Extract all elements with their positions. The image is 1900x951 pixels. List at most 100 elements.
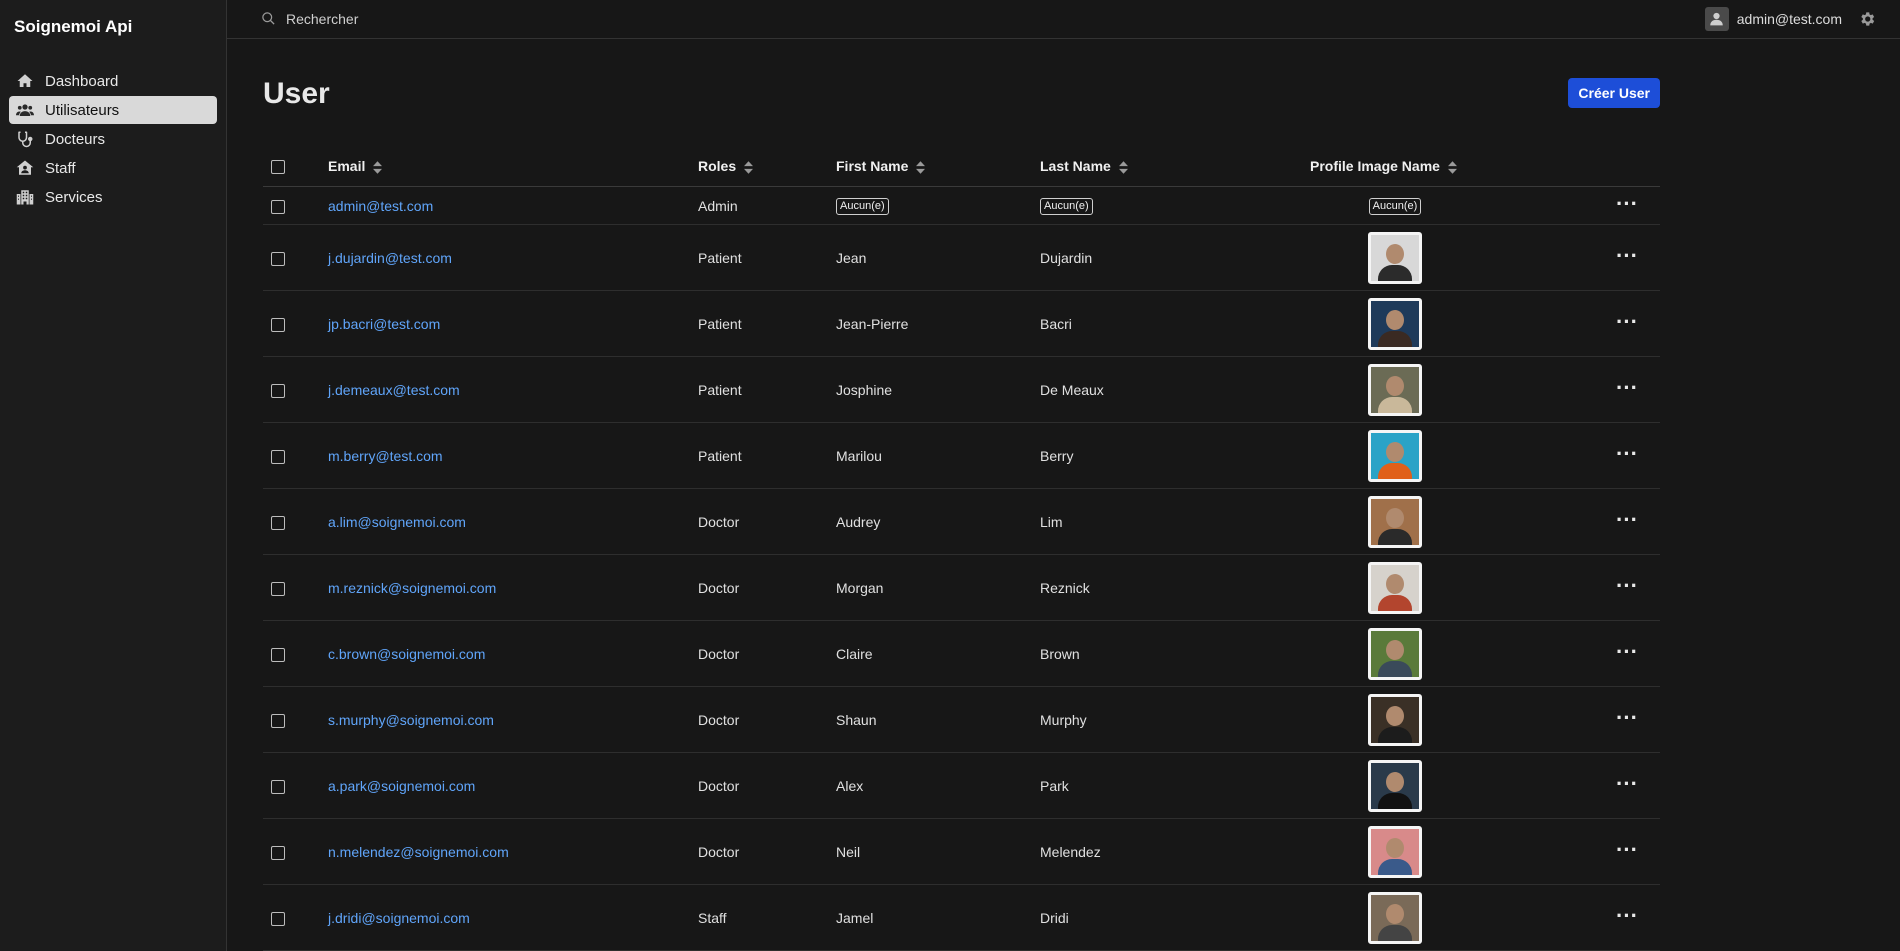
more-actions-icon[interactable]: ··· (1616, 309, 1638, 334)
role-value: Patient (698, 381, 742, 398)
sort-icon[interactable] (373, 161, 383, 174)
cell-value: Neil (836, 843, 861, 860)
email-link[interactable]: m.reznick@soignemoi.com (328, 580, 496, 596)
more-actions-icon[interactable]: ··· (1616, 837, 1638, 862)
role-value: Staff (698, 909, 727, 926)
gear-icon[interactable] (1858, 10, 1876, 28)
table-row[interactable]: a.park@soignemoi.com Doctor Alex Park ··… (263, 752, 1660, 819)
table-row[interactable]: admin@test.com Admin Aucun(e) Aucun(e) A… (263, 186, 1660, 225)
email-link[interactable]: admin@test.com (328, 198, 433, 214)
row-checkbox[interactable] (271, 845, 285, 860)
profile-image-thumbnail[interactable] (1368, 561, 1422, 614)
row-checkbox[interactable] (271, 911, 285, 926)
cell-value: Shaun (836, 711, 877, 728)
email-link[interactable]: m.berry@test.com (328, 448, 443, 464)
more-actions-icon[interactable]: ··· (1616, 191, 1638, 216)
more-actions-icon[interactable]: ··· (1616, 639, 1638, 664)
profile-image-thumbnail[interactable] (1368, 231, 1422, 284)
sort-icon[interactable] (1447, 161, 1457, 174)
email-link[interactable]: a.lim@soignemoi.com (328, 514, 466, 530)
sidebar-item-docteurs[interactable]: Docteurs (9, 125, 217, 153)
email-link[interactable]: c.brown@soignemoi.com (328, 646, 485, 662)
table-row[interactable]: c.brown@soignemoi.com Doctor Claire Brow… (263, 620, 1660, 687)
column-header-email[interactable]: Email (328, 146, 698, 187)
email-link[interactable]: n.melendez@soignemoi.com (328, 844, 509, 860)
profile-image-thumbnail[interactable] (1368, 297, 1422, 350)
sidebar-item-services[interactable]: Services (9, 183, 217, 211)
row-checkbox[interactable] (271, 199, 285, 214)
profile-image-thumbnail[interactable] (1368, 825, 1422, 878)
app-root: Soignemoi Api Dashboard Utilisateurs Doc… (0, 0, 1900, 951)
row-checkbox[interactable] (271, 383, 285, 398)
profile-image-thumbnail[interactable] (1368, 891, 1422, 944)
roles-cell: Doctor (698, 686, 836, 753)
profile-image-thumbnail[interactable] (1368, 693, 1422, 746)
column-header-last-name[interactable]: Last Name (1040, 146, 1310, 187)
row-checkbox[interactable] (271, 581, 285, 596)
column-header-first-name[interactable]: First Name (836, 146, 1040, 187)
first-name-cell: Neil (836, 818, 1040, 885)
more-actions-icon[interactable]: ··· (1616, 243, 1638, 268)
column-header-roles[interactable]: Roles (698, 146, 836, 187)
table-row[interactable]: j.dridi@soignemoi.com Staff Jamel Dridi … (263, 884, 1660, 951)
sidebar-item-staff[interactable]: Staff (9, 154, 217, 182)
table-row[interactable]: n.melendez@soignemoi.com Doctor Neil Mel… (263, 818, 1660, 885)
table-row[interactable]: m.reznick@soignemoi.com Doctor Morgan Re… (263, 554, 1660, 621)
table-row[interactable]: m.berry@test.com Patient Marilou Berry ·… (263, 422, 1660, 489)
sort-icon[interactable] (916, 161, 926, 174)
more-actions-icon[interactable]: ··· (1616, 573, 1638, 598)
row-checkbox[interactable] (271, 713, 285, 728)
column-header-profile-image[interactable]: Profile Image Name (1310, 146, 1480, 187)
more-actions-icon[interactable]: ··· (1616, 903, 1638, 928)
email-link[interactable]: j.dridi@soignemoi.com (328, 910, 470, 926)
home-icon (14, 72, 36, 90)
avatar[interactable] (1704, 6, 1729, 31)
profile-image-thumbnail[interactable] (1368, 495, 1422, 548)
cell-value: Brown (1040, 645, 1080, 662)
create-user-button[interactable]: Créer User (1568, 77, 1660, 108)
profile-image-thumbnail[interactable] (1368, 429, 1422, 482)
profile-image-thumbnail[interactable] (1368, 627, 1422, 680)
select-all-checkbox[interactable] (271, 160, 285, 175)
search-input[interactable] (286, 10, 586, 27)
user-menu[interactable]: admin@test.com (1704, 6, 1876, 31)
more-actions-icon[interactable]: ··· (1616, 441, 1638, 466)
email-cell: jp.bacri@test.com (328, 290, 698, 357)
row-checkbox[interactable] (271, 317, 285, 332)
row-checkbox[interactable] (271, 515, 285, 530)
more-actions-icon[interactable]: ··· (1616, 705, 1638, 730)
sidebar-item-dashboard[interactable]: Dashboard (9, 67, 217, 95)
email-link[interactable]: jp.bacri@test.com (328, 316, 440, 332)
profile-image-thumbnail[interactable] (1368, 363, 1422, 416)
email-cell: j.dridi@soignemoi.com (328, 884, 698, 951)
row-checkbox[interactable] (271, 449, 285, 464)
row-checkbox[interactable] (271, 779, 285, 794)
user-icon (1710, 13, 1723, 26)
sidebar-item-utilisateurs[interactable]: Utilisateurs (9, 96, 217, 124)
page-title: User (263, 76, 330, 110)
cell-value: Audrey (836, 513, 881, 530)
sort-icon[interactable] (744, 161, 754, 174)
email-link[interactable]: j.dujardin@test.com (328, 250, 452, 266)
role-value: Patient (698, 249, 742, 266)
email-link[interactable]: j.demeaux@test.com (328, 382, 460, 398)
email-cell: c.brown@soignemoi.com (328, 620, 698, 687)
table-row[interactable]: a.lim@soignemoi.com Doctor Audrey Lim ··… (263, 488, 1660, 555)
profile-image-thumbnail[interactable] (1368, 759, 1422, 812)
profile-image-cell (1310, 686, 1480, 753)
more-actions-icon[interactable]: ··· (1616, 771, 1638, 796)
email-link[interactable]: a.park@soignemoi.com (328, 778, 475, 794)
more-actions-icon[interactable]: ··· (1616, 375, 1638, 400)
table-row[interactable]: jp.bacri@test.com Patient Jean-Pierre Ba… (263, 290, 1660, 357)
table-row[interactable]: j.dujardin@test.com Patient Jean Dujardi… (263, 224, 1660, 291)
app-title[interactable]: Soignemoi Api (0, 0, 226, 54)
email-link[interactable]: s.murphy@soignemoi.com (328, 712, 494, 728)
row-checkbox[interactable] (271, 251, 285, 266)
table-row[interactable]: j.demeaux@test.com Patient Josphine De M… (263, 356, 1660, 423)
more-actions-icon[interactable]: ··· (1616, 507, 1638, 532)
table-row[interactable]: s.murphy@soignemoi.com Doctor Shaun Murp… (263, 686, 1660, 753)
user-email[interactable]: admin@test.com (1737, 11, 1842, 27)
cell-value: Dridi (1040, 909, 1069, 926)
row-checkbox[interactable] (271, 647, 285, 662)
sort-icon[interactable] (1118, 161, 1128, 174)
